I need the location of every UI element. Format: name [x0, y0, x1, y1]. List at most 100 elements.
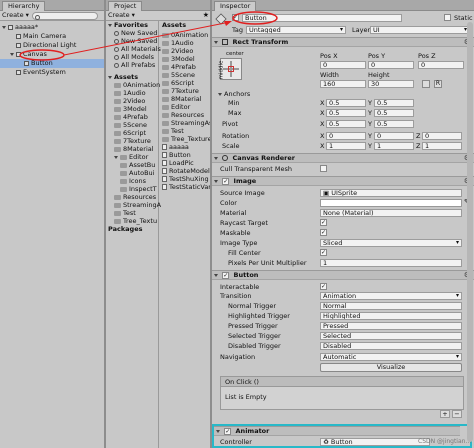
- project-folder-label: 3Model: [123, 105, 147, 113]
- anchors-label[interactable]: Anchors: [218, 90, 250, 98]
- rect-transform-title: Rect Transform: [232, 38, 289, 46]
- foldout-arrow-icon[interactable]: [108, 23, 112, 27]
- button-header[interactable]: ✓ Button ⚙: [212, 270, 474, 280]
- asset-item[interactable]: TestStaticVaria: [160, 183, 212, 192]
- favorite-star-icon[interactable]: ★: [203, 11, 209, 19]
- pos-x-field[interactable]: 0: [320, 61, 366, 69]
- maskable-checkbox[interactable]: ✓: [320, 229, 327, 236]
- image-type-dropdown[interactable]: Sliced: [320, 239, 462, 247]
- foldout-arrow-icon[interactable]: [2, 25, 6, 29]
- normal-trigger-field[interactable]: Normal: [320, 302, 462, 310]
- transition-dropdown[interactable]: Animation: [320, 292, 462, 300]
- script-file-icon: [162, 160, 167, 166]
- fill-center-checkbox[interactable]: ✓: [320, 249, 327, 256]
- anchor-max-x-field[interactable]: 0.5: [326, 109, 366, 117]
- packages-section[interactable]: Packages: [106, 225, 158, 234]
- controller-field[interactable]: ♻ Button: [320, 438, 430, 446]
- canvas-renderer-icon: [222, 155, 229, 161]
- pos-z-field[interactable]: 0: [418, 61, 464, 69]
- hierarchy-create-button[interactable]: Create ▾: [2, 11, 29, 20]
- project-toolbar: Create ▾ ★: [106, 11, 212, 21]
- rotation-z-field[interactable]: 0: [422, 132, 462, 140]
- scale-x-axis-label: X: [320, 142, 325, 150]
- animator-header[interactable]: ✓ Animator: [214, 426, 460, 436]
- script-file-icon: [162, 176, 167, 182]
- animator-enabled-checkbox[interactable]: ✓: [224, 427, 232, 435]
- asset-item-label: RotateModel: [169, 167, 210, 175]
- tab-inspector[interactable]: Inspector: [214, 1, 257, 11]
- color-swatch[interactable]: [320, 199, 462, 207]
- rect-transform-header[interactable]: Rect Transform ⚙: [212, 37, 474, 47]
- pivot-x-field[interactable]: 0.5: [326, 120, 366, 128]
- cull-transparent-checkbox[interactable]: [320, 165, 327, 172]
- image-header[interactable]: ✓ Image ⚙: [212, 176, 474, 186]
- assets-breadcrumb[interactable]: Assets: [162, 21, 186, 30]
- material-field[interactable]: None (Material): [320, 209, 462, 217]
- visualize-button[interactable]: Visualize: [320, 363, 462, 372]
- scale-x-field[interactable]: 1: [326, 142, 366, 150]
- navigation-dropdown[interactable]: Automatic: [320, 353, 462, 361]
- height-field[interactable]: 30: [368, 80, 414, 88]
- gameobject-name-field[interactable]: Button: [242, 14, 402, 22]
- hierarchy-tab-label: Hierarchy: [8, 2, 40, 10]
- normal-trigger-label: Normal Trigger: [228, 302, 277, 310]
- hierarchy-item[interactable]: EventSystem: [0, 68, 104, 77]
- inspector-scrollbar[interactable]: [467, 22, 473, 442]
- asset-item-label: 6Script: [171, 79, 194, 87]
- hierarchy-scene-row[interactable]: aaaaa*: [0, 23, 104, 32]
- remove-event-button[interactable]: −: [452, 410, 462, 418]
- static-checkbox[interactable]: [444, 14, 451, 21]
- static-dropdown[interactable]: Static ▾: [454, 14, 474, 22]
- scale-y-field[interactable]: 1: [374, 142, 414, 150]
- hierarchy-item[interactable]: Button: [0, 59, 104, 68]
- tab-hierarchy[interactable]: Hierarchy: [2, 1, 46, 11]
- raw-edit-button[interactable]: R: [434, 80, 442, 88]
- anchor-min-x-field[interactable]: 0.5: [326, 99, 366, 107]
- favorite-item[interactable]: All Prefabs: [106, 61, 158, 70]
- hierarchy-item[interactable]: Directional Light: [0, 41, 104, 50]
- foldout-arrow-icon[interactable]: [108, 75, 112, 79]
- ppu-field[interactable]: 1: [320, 259, 462, 267]
- project-folder-label: Editor: [129, 153, 149, 161]
- rotation-y-field[interactable]: 0: [374, 132, 414, 140]
- foldout-arrow-icon[interactable]: [114, 155, 118, 159]
- hierarchy-item[interactable]: Canvas: [0, 50, 104, 59]
- hierarchy-search-input[interactable]: [32, 12, 98, 20]
- folder-icon: [162, 56, 169, 62]
- scale-z-field[interactable]: 1: [422, 142, 462, 150]
- source-image-field[interactable]: ▣ UISprite: [320, 189, 462, 197]
- favorite-item-label: All Materials: [121, 45, 161, 53]
- layer-dropdown[interactable]: UI: [370, 26, 470, 34]
- blueprint-mode-button[interactable]: [422, 80, 430, 88]
- highlighted-trigger-field[interactable]: Highlighted: [320, 312, 462, 320]
- pivot-y-field[interactable]: 0.5: [374, 120, 414, 128]
- width-field[interactable]: 160: [320, 80, 366, 88]
- canvas-renderer-header[interactable]: Canvas Renderer ⚙: [212, 153, 474, 163]
- image-enabled-checkbox[interactable]: ✓: [222, 177, 230, 185]
- raycast-target-checkbox[interactable]: ✓: [320, 219, 327, 226]
- folder-icon: [120, 178, 127, 184]
- pressed-trigger-field[interactable]: Pressed: [320, 322, 462, 330]
- rotation-z-axis-label: Z: [416, 132, 421, 140]
- anchor-min-y-field[interactable]: 0.5: [374, 99, 414, 107]
- asset-item-label: aaaaa: [169, 143, 189, 151]
- add-event-button[interactable]: +: [440, 410, 450, 418]
- hierarchy-item-label: Directional Light: [23, 41, 77, 49]
- foldout-arrow-icon[interactable]: [10, 52, 14, 56]
- interactable-checkbox[interactable]: ✓: [320, 283, 327, 290]
- project-create-button[interactable]: Create ▾: [108, 11, 135, 20]
- button-enabled-checkbox[interactable]: ✓: [222, 271, 230, 279]
- active-checkbox[interactable]: ✓: [232, 14, 239, 21]
- anchor-max-y-field[interactable]: 0.5: [374, 109, 414, 117]
- gameobject-icon: [215, 13, 227, 25]
- hierarchy-item-label: Canvas: [23, 50, 47, 58]
- tab-project[interactable]: Project: [108, 1, 143, 11]
- disabled-trigger-field[interactable]: Disabled: [320, 342, 462, 350]
- button-title: Button: [233, 271, 259, 279]
- gameobject-icon: [16, 69, 21, 75]
- selected-trigger-field[interactable]: Selected: [320, 332, 462, 340]
- pos-y-field[interactable]: 0: [368, 61, 414, 69]
- rotation-x-field[interactable]: 0: [326, 132, 366, 140]
- tag-dropdown[interactable]: Untagged: [246, 26, 346, 34]
- hierarchy-item[interactable]: Main Camera: [0, 32, 104, 41]
